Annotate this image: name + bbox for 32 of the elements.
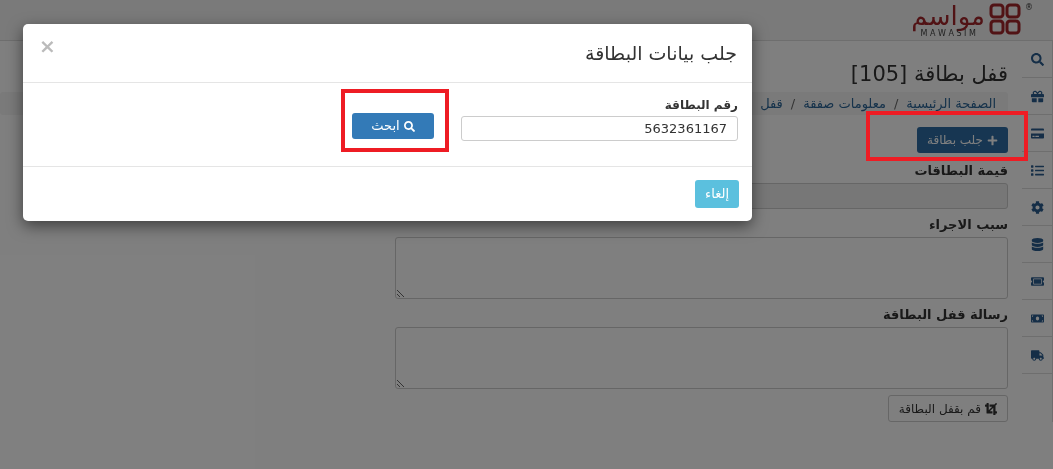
fetch-card-button[interactable]: جلب بطاقة <box>917 127 1008 153</box>
search-icon[interactable] <box>1030 52 1044 66</box>
lock-card-button[interactable]: قم بقفل البطاقة <box>887 395 1008 422</box>
modal-title: جلب بيانات البطاقة <box>585 40 737 66</box>
crop-icon <box>985 402 997 415</box>
list-icon[interactable] <box>1030 163 1044 177</box>
field-label: رسالة قفل البطاقة <box>881 306 1008 324</box>
search-icon <box>403 120 415 132</box>
logo-name: مواسم <box>911 2 985 30</box>
credit-card-icon[interactable] <box>1030 126 1044 140</box>
field-label: رقم البطاقة <box>663 97 738 114</box>
field-label: قيمة البطاقات <box>913 162 1008 180</box>
close-button[interactable]: × <box>39 36 56 56</box>
truck-icon[interactable] <box>1030 348 1044 362</box>
card-number-field[interactable]: 5632361167 <box>461 116 738 141</box>
logo-icon <box>988 2 1022 36</box>
ticket-icon[interactable] <box>1030 274 1044 288</box>
breadcrumb-link[interactable]: معلومات صفقة <box>803 93 886 114</box>
cancel-button[interactable]: إلغاء <box>695 180 739 208</box>
search-button[interactable]: ابحث <box>352 113 434 139</box>
breadcrumb-separator: / <box>790 94 796 113</box>
gift-icon[interactable] <box>1030 89 1044 103</box>
logo-tagline: M A W A S I M <box>920 30 976 38</box>
plus-icon <box>987 134 998 146</box>
database-icon[interactable] <box>1030 237 1044 251</box>
page-title: قفل بطاقة [105] <box>849 61 1008 87</box>
breadcrumb-link[interactable]: قفل <box>760 93 783 114</box>
registered-mark: ® <box>1025 4 1033 12</box>
breadcrumb-separator: / <box>893 94 899 113</box>
breadcrumb-link[interactable]: الصفحة الرئيسية <box>906 93 996 114</box>
field-label: سبب الاجراء <box>927 216 1008 234</box>
settings-icon[interactable] <box>1030 200 1044 214</box>
